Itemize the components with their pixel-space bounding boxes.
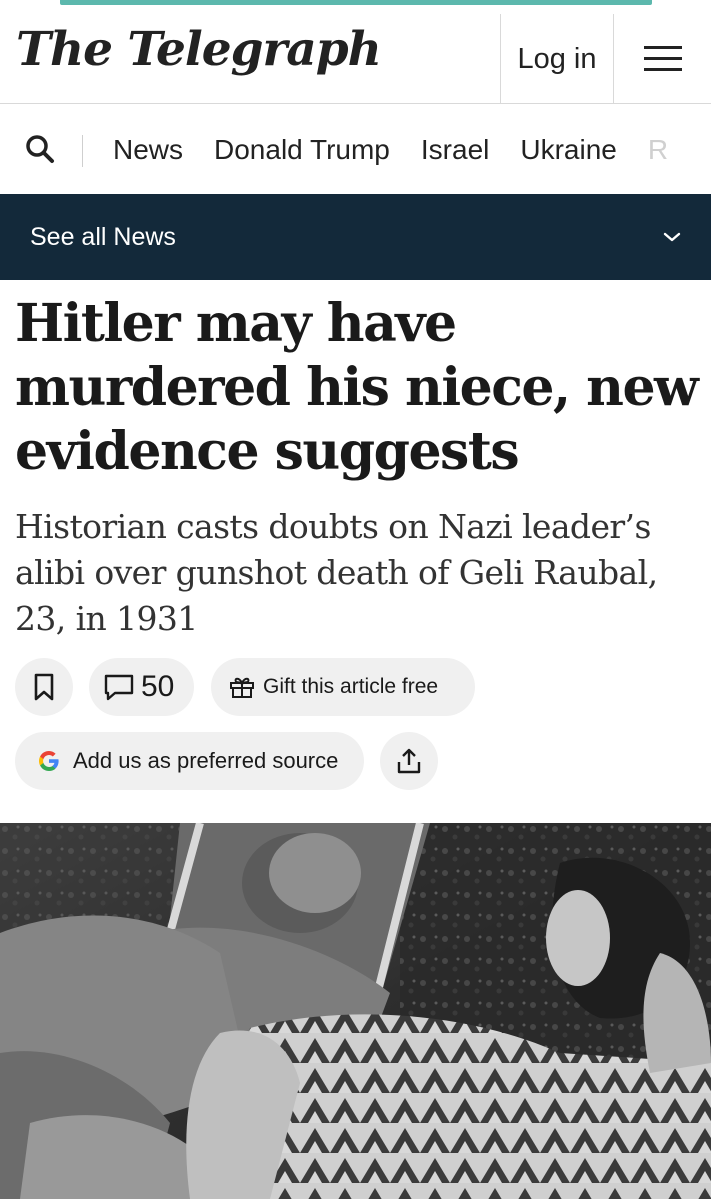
comment-count: 50 xyxy=(141,670,175,703)
article-standfirst: Historian casts doubts on Nazi leader’s … xyxy=(15,507,658,638)
article-lead-photo[interactable] xyxy=(0,823,711,1199)
lead-photo-illustration xyxy=(0,823,711,1199)
share-icon xyxy=(397,748,421,774)
nav-items: News Donald Trump Israel Ukraine R xyxy=(113,105,699,194)
login-button[interactable]: Log in xyxy=(501,14,613,104)
nav-item-ukraine[interactable]: Ukraine xyxy=(520,134,616,166)
telegraph-logo[interactable]: The Telegraph xyxy=(16,18,382,82)
gift-article-button[interactable]: Gift this article free xyxy=(211,658,475,716)
nav-item-news[interactable]: News xyxy=(113,134,183,166)
search-icon xyxy=(26,135,54,163)
bookmark-icon xyxy=(34,673,54,701)
search-button[interactable] xyxy=(24,133,58,167)
article-headline: Hitler may have murdered his niece, new … xyxy=(15,293,699,482)
gift-article-label: Gift this article free xyxy=(263,675,439,698)
nav-item-truncated[interactable]: R xyxy=(648,134,668,166)
share-button[interactable] xyxy=(380,732,438,790)
menu-button[interactable] xyxy=(614,14,711,104)
see-all-news-bar[interactable]: See all News xyxy=(0,194,711,280)
nav-divider xyxy=(82,135,83,167)
nav-item-donald-trump[interactable]: Donald Trump xyxy=(214,134,390,166)
masthead: The Telegraph Log in xyxy=(0,0,711,104)
see-all-news-label: See all News xyxy=(30,222,176,251)
google-g-icon xyxy=(39,751,59,771)
preferred-source-button[interactable]: Add us as preferred source xyxy=(15,732,364,790)
hamburger-menu-icon xyxy=(643,46,682,72)
comment-icon xyxy=(104,674,134,701)
chevron-down-icon xyxy=(663,232,681,242)
gift-icon xyxy=(230,677,254,698)
comments-button[interactable]: 50 xyxy=(89,658,194,716)
bookmark-button[interactable] xyxy=(15,658,73,716)
preferred-source-label: Add us as preferred source xyxy=(73,748,339,773)
section-nav: News Donald Trump Israel Ukraine R xyxy=(0,105,711,194)
nav-item-israel[interactable]: Israel xyxy=(421,134,489,166)
